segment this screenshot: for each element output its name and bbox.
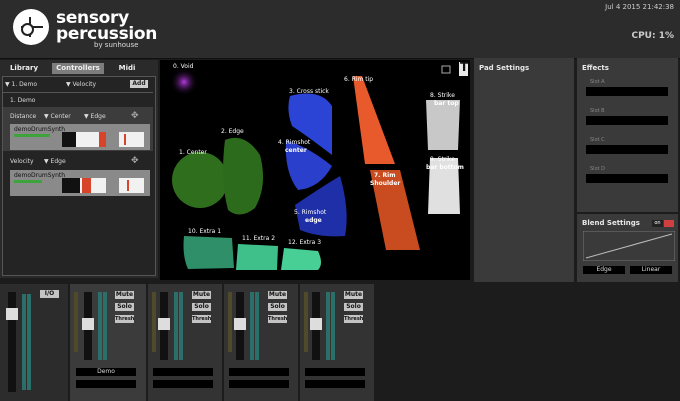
channel-4-solo[interactable]: Solo — [344, 303, 363, 311]
move-icon[interactable]: ✥ — [131, 111, 139, 121]
label-void: 0. Void — [173, 63, 194, 70]
label-strike-bottom-2: bar bottom — [426, 164, 464, 171]
label-strike-top: 8. Strike — [430, 92, 455, 99]
channel-1-thresh[interactable]: Thresh — [115, 315, 134, 323]
label-rim-tip: 6. Rim tip — [344, 76, 374, 83]
cpu-usage: CPU: 1% — [631, 31, 674, 41]
channel-1-output[interactable] — [76, 380, 136, 388]
blend-left-select[interactable]: Edge — [583, 266, 625, 274]
tab-library[interactable]: Library — [5, 63, 43, 74]
label-edge: 2. Edge — [221, 128, 244, 135]
channel-2-fader[interactable] — [158, 318, 170, 330]
label-rimshot-center-2: center — [285, 147, 307, 154]
label-extra-2: 11. Extra 2 — [242, 235, 276, 242]
io-button[interactable]: I/O — [40, 290, 59, 298]
channel-4-name[interactable] — [305, 368, 365, 376]
label-center: 1. Center — [179, 149, 207, 156]
pad-settings-panel — [474, 58, 574, 282]
channel-4-fader[interactable] — [310, 318, 322, 330]
zone-extra-3[interactable] — [281, 248, 321, 270]
blend-right-select[interactable]: Linear — [630, 266, 672, 274]
move-icon-2[interactable]: ✥ — [131, 156, 139, 166]
brand-subtitle: by sunhouse — [94, 41, 139, 49]
channel-1-solo[interactable]: Solo — [115, 303, 134, 311]
channel-3-fader[interactable] — [234, 318, 246, 330]
logo-icon — [13, 9, 49, 45]
channel-4-output[interactable] — [305, 380, 365, 388]
label-strike-top-2: bar top — [434, 100, 459, 107]
add-button[interactable]: Add — [130, 80, 148, 88]
label-strike-bottom: 9. Strike — [430, 156, 455, 163]
channel-2-solo[interactable]: Solo — [192, 303, 211, 311]
effects-title: Effects — [582, 64, 609, 72]
slot-c[interactable] — [586, 145, 668, 154]
mod2-source[interactable]: Velocity — [10, 158, 34, 165]
blend-toggle-indicator[interactable] — [664, 220, 674, 227]
zone-edge[interactable] — [223, 137, 264, 215]
channel-1-mute[interactable]: Mute — [115, 291, 134, 299]
mod2-range[interactable] — [119, 178, 144, 193]
mod1-from-dropdown[interactable]: ▼ Center — [44, 113, 71, 120]
zone-center[interactable] — [172, 152, 228, 208]
datetime: Jul 4 2015 21:42:38 — [605, 3, 674, 11]
slot-d[interactable] — [586, 174, 668, 183]
blend-title: Blend Settings — [582, 219, 640, 227]
blend-toggle[interactable]: on — [652, 220, 663, 227]
slot-c-label: Slot C — [590, 137, 605, 143]
label-rimshot-edge-2: edge — [305, 217, 322, 224]
section-title: 1. Demo — [10, 97, 36, 104]
mod1-range[interactable] — [119, 132, 144, 147]
channel-4-mute[interactable]: Mute — [344, 291, 363, 299]
zone-strike-top[interactable] — [426, 100, 460, 150]
channel-2-mute[interactable]: Mute — [192, 291, 211, 299]
blend-curve[interactable] — [583, 231, 675, 261]
slot-d-label: Slot D — [590, 166, 606, 172]
mod2-synth-name: demoDrumSynth — [14, 172, 66, 179]
channel-3-mute[interactable]: Mute — [268, 291, 287, 299]
mod1-to-dropdown[interactable]: ▼ Edge — [84, 113, 106, 120]
slot-a-label: Slot A — [590, 79, 605, 85]
label-rim-shoulder: 7. Rim — [374, 172, 396, 179]
tab-midi[interactable]: Midi — [112, 63, 142, 74]
slot-b-label: Slot B — [590, 108, 605, 114]
master-fader[interactable] — [6, 308, 18, 320]
channel-1-fader[interactable] — [82, 318, 94, 330]
channel-4-thresh[interactable]: Thresh — [344, 315, 363, 323]
tab-controllers[interactable]: Controllers — [52, 63, 104, 74]
label-rim-shoulder-2: Shoulder — [370, 180, 401, 187]
pad-settings-title: Pad Settings — [479, 64, 530, 72]
t-icon[interactable]: T — [460, 60, 468, 74]
channel-2-output[interactable] — [153, 380, 213, 388]
velocity-dropdown[interactable]: ▼ Velocity — [66, 81, 96, 88]
zone-extra-1[interactable] — [183, 236, 235, 269]
zone-extra-2[interactable] — [236, 244, 278, 270]
lock-icon[interactable] — [441, 65, 451, 74]
mod1-source[interactable]: Distance — [10, 113, 36, 120]
zone-rim-tip[interactable] — [353, 76, 395, 164]
channel-3-thresh[interactable]: Thresh — [268, 315, 287, 323]
channel-3-solo[interactable]: Solo — [268, 303, 287, 311]
label-extra-1: 10. Extra 1 — [188, 228, 222, 235]
demo-dropdown[interactable]: ▼ 1. Demo — [5, 81, 37, 88]
zone-void[interactable] — [170, 68, 198, 96]
slot-a[interactable] — [586, 87, 668, 96]
label-rimshot-center: 4. Rimshot — [278, 139, 311, 146]
channel-2-name[interactable] — [153, 368, 213, 376]
channel-3-output[interactable] — [229, 380, 289, 388]
label-extra-3: 12. Extra 3 — [288, 239, 322, 246]
label-rimshot-edge: 5. Rimshot — [294, 209, 327, 216]
mod2-to-dropdown[interactable]: ▼ Edge — [44, 158, 66, 165]
channel-2-thresh[interactable]: Thresh — [192, 315, 211, 323]
label-cross-stick: 3. Cross stick — [289, 88, 329, 95]
channel-1-name[interactable]: Demo — [76, 368, 136, 376]
channel-3-name[interactable] — [229, 368, 289, 376]
slot-b[interactable] — [586, 116, 668, 125]
mod1-synth-name: demoDrumSynth — [14, 126, 66, 133]
